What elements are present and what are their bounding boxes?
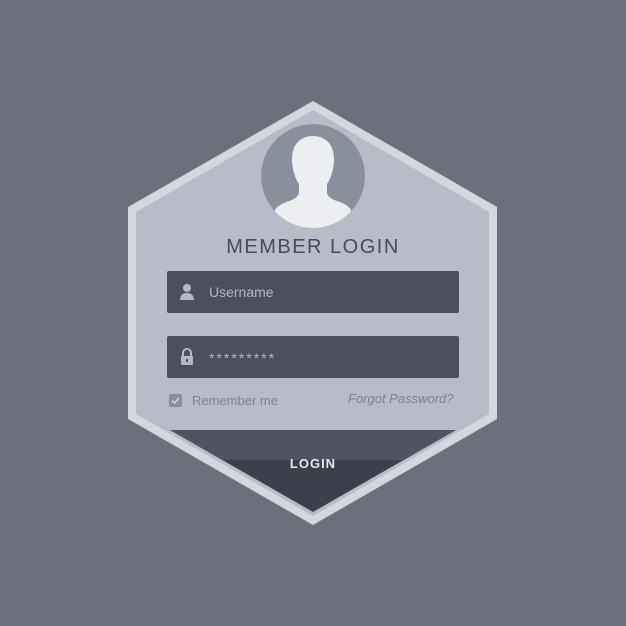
password-field[interactable]: ********* (167, 336, 459, 378)
login-button-shape (170, 430, 456, 512)
checkmark-icon (171, 396, 180, 404)
lock-icon (181, 348, 193, 365)
checkbox-box[interactable] (169, 393, 182, 407)
username-input[interactable] (209, 271, 449, 313)
username-field[interactable] (167, 271, 459, 313)
hexagon-card (128, 101, 497, 525)
user-silhouette-icon (261, 124, 365, 228)
login-button[interactable]: LOGIN (170, 430, 456, 512)
login-page: MEMBER LOGIN ********* Remember me Forgo… (0, 0, 626, 626)
forgot-password-link[interactable]: Forgot Password? (348, 391, 454, 406)
page-title: MEMBER LOGIN (226, 236, 400, 258)
avatar (261, 124, 365, 228)
password-input[interactable]: ********* (209, 336, 276, 378)
login-button-label: LOGIN (289, 456, 337, 471)
remember-me-checkbox[interactable]: Remember me (169, 392, 278, 408)
user-icon (180, 284, 194, 300)
remember-me-label: Remember me (192, 392, 278, 408)
